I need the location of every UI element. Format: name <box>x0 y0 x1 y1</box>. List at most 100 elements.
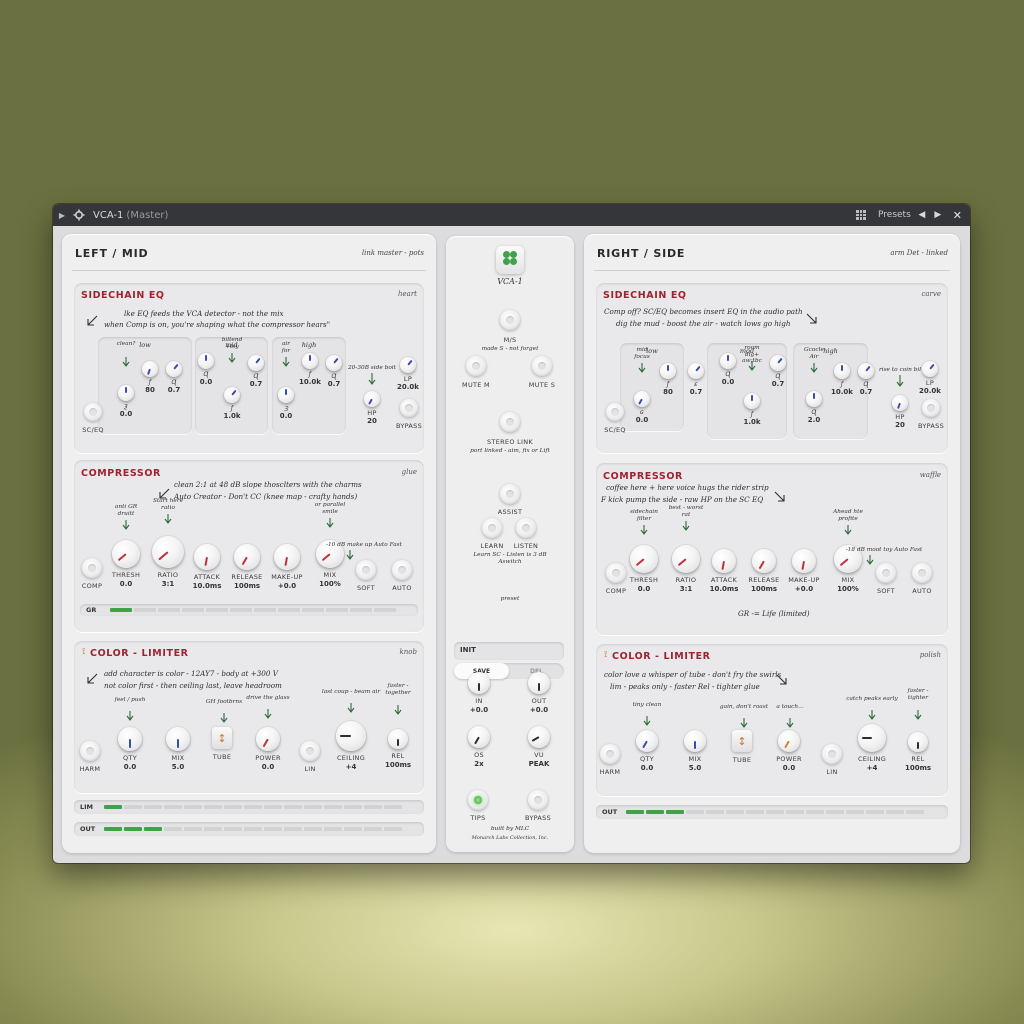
left-color-tube-toggle[interactable]: ↕ <box>212 727 232 749</box>
output-gain-label: OUT <box>531 697 547 705</box>
left-sc-mid_q-knob[interactable] <box>248 355 264 371</box>
stereo-link-switch[interactable] <box>500 412 520 432</box>
settings-gear-icon[interactable] <box>71 207 87 223</box>
mute-m-switch[interactable] <box>466 356 486 376</box>
assist-switch[interactable] <box>500 484 520 504</box>
right-sc-mid_q-symbol: Ɋ <box>775 372 781 380</box>
left-sc-lp-knob[interactable] <box>400 357 416 373</box>
right-sc-low_g-knob-pointer <box>638 398 643 405</box>
right-sc-mid_f-knob[interactable] <box>744 393 760 409</box>
left-comp-comp-switch[interactable] <box>82 558 102 578</box>
right-sc-mid_q-knob[interactable] <box>770 355 786 371</box>
ms-switch[interactable] <box>500 310 520 330</box>
left-color-title: COLOR - LIMITER <box>90 648 189 659</box>
left-color-qty-knob[interactable] <box>118 727 142 751</box>
right-sc-low_g-knob[interactable] <box>634 391 650 407</box>
left-color-lin-switch[interactable] <box>300 741 320 761</box>
right-color-qty-knob[interactable] <box>636 730 658 752</box>
left-meter-segment <box>144 827 162 831</box>
left-sc-low_f-knob[interactable] <box>142 361 158 377</box>
right-sc-low_f-knob[interactable] <box>660 363 676 379</box>
right-sc-low_q-value: 0.7 <box>689 388 703 396</box>
left-sc-bypass-switch[interactable] <box>400 399 418 417</box>
preset-name-field[interactable]: INIT <box>454 642 564 660</box>
left-title-divider <box>72 270 426 271</box>
right-comp-thresh-knob[interactable] <box>630 545 658 573</box>
vu-mode-knob[interactable] <box>528 726 550 748</box>
global-bypass-switch[interactable] <box>528 790 548 810</box>
right-comp-makeup-knob[interactable] <box>792 549 816 573</box>
right-color-lin-switch[interactable] <box>822 744 842 764</box>
mute-s-switch[interactable] <box>532 356 552 376</box>
tips-switch[interactable] <box>468 790 488 810</box>
right-color-mix-knob[interactable] <box>684 730 706 752</box>
right-comp-release-knob[interactable] <box>752 549 776 573</box>
right-comp-auto-switch[interactable] <box>912 563 932 583</box>
right-sc-bypass-switch[interactable] <box>922 399 940 417</box>
collapse-arrow-icon[interactable]: ▶ <box>53 211 71 220</box>
left-comp-release-knob[interactable] <box>234 544 260 570</box>
left-meter-segment <box>324 805 342 809</box>
right-meter-segment <box>886 810 904 814</box>
right-color-rel-knob[interactable] <box>908 732 928 752</box>
left-comp-thresh-knob[interactable] <box>112 540 140 568</box>
left-sc-mid_f-knob-pointer <box>231 389 237 396</box>
left-comp-makeup-knob[interactable] <box>274 544 300 570</box>
input-gain-knob[interactable] <box>468 672 490 694</box>
right-comp-ratio-value: 3:1 <box>679 585 693 593</box>
preset-next-icon[interactable]: ▶ <box>933 210 943 220</box>
presets-menu[interactable]: Presets <box>878 210 911 220</box>
left-comp-attack-knob[interactable] <box>194 544 220 570</box>
left-color-power-knob[interactable] <box>256 727 280 751</box>
right-sc-sceq-switch[interactable] <box>606 403 624 421</box>
left-sc-high_q-knob[interactable] <box>326 355 342 371</box>
oversampling-knob[interactable] <box>468 726 490 748</box>
right-sc-high_f-knob[interactable] <box>834 363 850 379</box>
right-color-power-knob[interactable] <box>778 730 800 752</box>
right-comp-ratio-knob[interactable] <box>672 545 700 573</box>
left-color-ceiling-value: +4 <box>345 763 357 771</box>
left-sc-mid_f-knob[interactable] <box>224 387 240 403</box>
left-sc-sceq-switch[interactable] <box>84 403 102 421</box>
right-color-harm-switch[interactable] <box>600 744 620 764</box>
right-comp-comp-switch[interactable] <box>606 563 626 583</box>
left-comp-ratio-knob[interactable] <box>152 536 184 568</box>
preset-prev-icon[interactable]: ◀ <box>917 210 927 220</box>
logo-dot <box>503 258 510 265</box>
right-color-rel-knob-pointer <box>917 742 919 750</box>
left-sc-high_g-knob[interactable] <box>278 387 294 403</box>
right-color-tube-toggle[interactable]: ↕ <box>732 730 752 752</box>
right-color-ceiling-knob[interactable] <box>858 724 886 752</box>
left-sc-low_q-knob[interactable] <box>166 361 182 377</box>
output-gain-knob[interactable] <box>528 672 550 694</box>
input-gain-value: +0.0 <box>469 706 489 714</box>
left-sc-low_g-knob[interactable] <box>118 385 134 401</box>
left-sc-hp-knob[interactable] <box>364 391 380 407</box>
right-sc-hp-knob-pointer <box>897 402 901 409</box>
left-color-ceiling-knob[interactable] <box>336 721 366 751</box>
left-meter-segment <box>344 805 362 809</box>
left-sc-mid_g-knob[interactable] <box>198 353 214 369</box>
left-comp-auto-switch[interactable] <box>392 560 412 580</box>
left-color-note-ceiling: last coup - beam air <box>321 689 381 695</box>
left-meter-out-label: OUT <box>80 825 96 833</box>
right-comp-release-value: 100ms <box>750 585 778 593</box>
left-color-mix-knob[interactable] <box>166 727 190 751</box>
right-comp-soft-switch[interactable] <box>876 563 896 583</box>
right-sc-low_q-knob[interactable] <box>688 363 704 379</box>
right-sc-high_g-knob[interactable] <box>806 391 822 407</box>
close-icon[interactable]: ✕ <box>953 209 962 222</box>
left-color-rel-knob[interactable] <box>388 729 408 749</box>
right-title-divider <box>594 270 950 271</box>
right-comp-attack-knob[interactable] <box>712 549 736 573</box>
right-sc-hp-knob[interactable] <box>892 395 908 411</box>
left-color-harm-switch[interactable] <box>80 741 100 761</box>
listen-switch[interactable] <box>516 518 536 538</box>
learn-switch[interactable] <box>482 518 502 538</box>
left-sc-sceq-label: SC/EQ <box>82 426 104 434</box>
grid-icon[interactable] <box>856 210 867 220</box>
right-sc-lp-label: LP <box>925 379 935 387</box>
assist-label: ASSIST <box>497 508 523 516</box>
left-comp-soft-switch[interactable] <box>356 560 376 580</box>
left-sc-high_f-knob[interactable] <box>302 353 318 369</box>
